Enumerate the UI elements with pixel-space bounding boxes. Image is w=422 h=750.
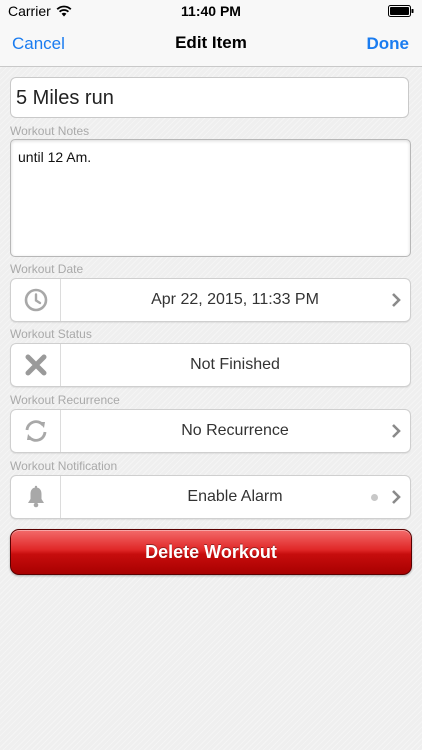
delete-workout-button[interactable]: Delete Workout: [10, 529, 412, 575]
clock-icon: [24, 288, 47, 312]
done-button[interactable]: Done: [367, 34, 410, 54]
workout-notes-textarea[interactable]: until 12 Am.: [10, 139, 411, 257]
workout-notification-label: Workout Notification: [10, 459, 118, 473]
workout-notification-row[interactable]: Enable Alarm: [10, 475, 411, 519]
notification-icon-cell: [11, 476, 61, 518]
workout-status-value: Not Finished: [190, 356, 280, 373]
workout-recurrence-value: No Recurrence: [181, 422, 289, 439]
chevron-right-icon: [392, 424, 401, 438]
bell-icon: [27, 485, 44, 508]
status-time: 11:40 PM: [181, 3, 241, 19]
workout-date-row[interactable]: Apr 22, 2015, 11:33 PM: [10, 278, 411, 322]
alarm-indicator-dot: [371, 494, 378, 501]
workout-recurrence-label: Workout Recurrence: [10, 393, 120, 407]
workout-status-label: Workout Status: [10, 327, 92, 341]
status-icon-cell: [11, 344, 61, 386]
chevron-right-icon: [392, 490, 401, 504]
page-title: Edit Item: [175, 33, 247, 52]
workout-notification-value: Enable Alarm: [187, 488, 283, 505]
status-bar: Carrier 11:40 PM: [0, 0, 422, 22]
recurrence-icon-cell: [11, 410, 61, 452]
battery-icon: [388, 5, 414, 17]
date-icon-cell: [11, 279, 61, 321]
nav-bar: Cancel Edit Item Done: [0, 22, 422, 67]
workout-recurrence-row[interactable]: No Recurrence: [10, 409, 411, 453]
workout-date-value: Apr 22, 2015, 11:33 PM: [151, 291, 319, 308]
repeat-icon: [25, 420, 46, 442]
chevron-right-icon: [392, 293, 401, 307]
x-mark-icon: [25, 354, 46, 376]
workout-date-label: Workout Date: [10, 262, 84, 276]
workout-name-field[interactable]: 5 Miles run: [10, 77, 409, 118]
workout-notes-label: Workout Notes: [10, 124, 90, 138]
workout-status-row[interactable]: Not Finished: [10, 343, 411, 387]
